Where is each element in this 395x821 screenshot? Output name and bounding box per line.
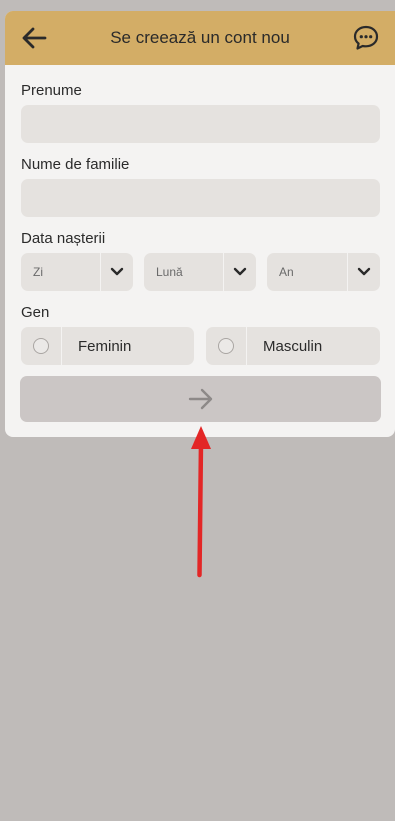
- radio-circle[interactable]: [218, 338, 234, 354]
- last-name-input[interactable]: [21, 179, 380, 217]
- next-button[interactable]: [20, 376, 381, 422]
- arrow-left-icon: [22, 27, 47, 49]
- signup-card: Se creează un cont nou Prenume Nume de f…: [5, 11, 395, 437]
- chevron-down-icon: [100, 253, 133, 291]
- gender-option-feminine[interactable]: Feminin: [21, 327, 194, 365]
- page-title: Se creează un cont nou: [110, 28, 290, 47]
- radio-wrap: [21, 327, 62, 365]
- radio-wrap: [206, 327, 247, 365]
- arrow-right-icon: [188, 388, 212, 410]
- gender-option-label: Feminin: [78, 337, 132, 355]
- radio-circle[interactable]: [33, 338, 49, 354]
- day-select-placeholder: Zi: [33, 265, 43, 279]
- month-select[interactable]: Lună: [144, 253, 256, 291]
- chat-bubble-icon: [353, 25, 379, 50]
- first-name-label: Prenume: [21, 82, 82, 99]
- day-select[interactable]: Zi: [21, 253, 133, 291]
- year-select-placeholder: An: [279, 265, 294, 279]
- last-name-label: Nume de familie: [21, 156, 130, 173]
- back-button[interactable]: [19, 23, 49, 53]
- chevron-down-icon: [223, 253, 256, 291]
- gender-option-masculine[interactable]: Masculin: [206, 327, 380, 365]
- chevron-down-icon: [347, 253, 380, 291]
- month-select-placeholder: Lună: [156, 265, 183, 279]
- red-arrow-annotation: [191, 426, 211, 578]
- gender-label: Gen: [21, 304, 50, 321]
- birth-date-label: Data nașterii: [21, 230, 106, 247]
- first-name-input[interactable]: [21, 105, 380, 143]
- header-bar: Se creează un cont nou: [5, 11, 395, 65]
- year-select[interactable]: An: [267, 253, 380, 291]
- chat-button[interactable]: [351, 23, 381, 53]
- gender-option-label: Masculin: [263, 337, 323, 355]
